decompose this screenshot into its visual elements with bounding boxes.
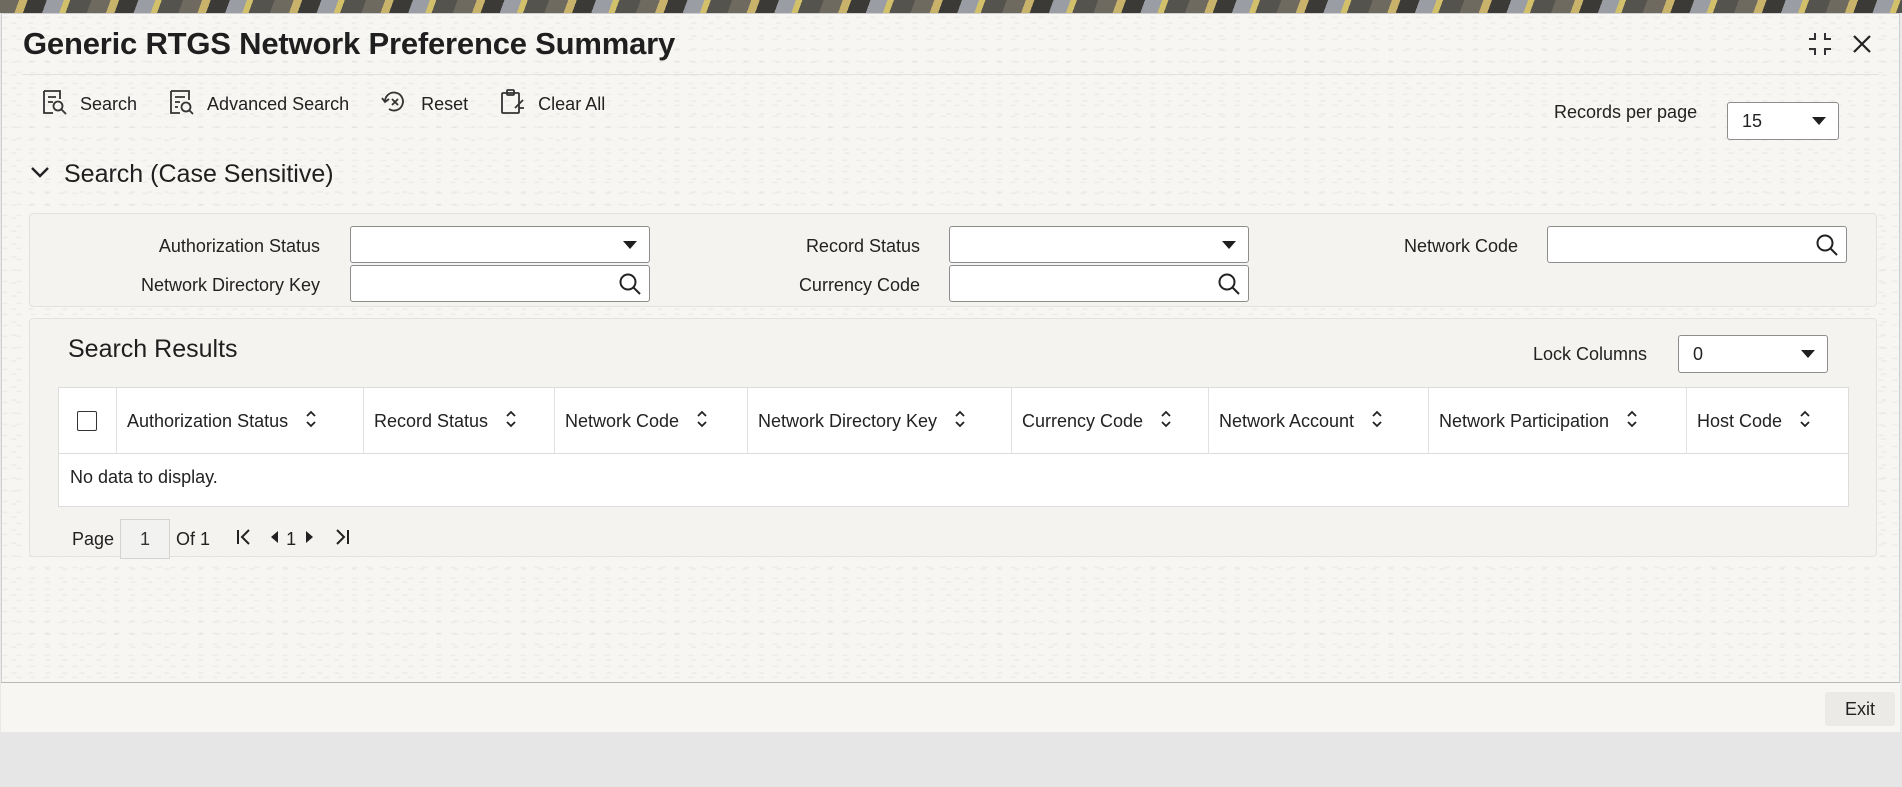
results-table: Authorization Status Record Status Netwo… [58,387,1849,507]
search-button-label: Search [80,93,138,114]
column-header-network-account[interactable]: Network Account [1209,388,1429,454]
records-per-page-select[interactable]: 15 [1727,102,1839,140]
advanced-search-icon [167,88,207,121]
clear-all-button-label: Clear All [538,93,606,114]
chevron-down-icon [623,240,637,249]
reset-button-label: Reset [421,93,469,114]
title-divider [22,74,1879,75]
column-header-host-code[interactable]: Host Code [1687,388,1848,454]
sort-icon[interactable] [695,409,709,434]
sort-icon[interactable] [1370,409,1384,434]
current-page-number: 1 [286,528,297,549]
sort-icon[interactable] [1798,409,1812,434]
first-page-icon [234,527,254,552]
network-directory-key-label: Network Directory Key [140,275,320,295]
magnifier-icon[interactable] [1814,232,1840,263]
previous-page-button[interactable] [268,527,282,552]
summary-window: Generic RTGS Network Preference Summary … [1,13,1900,683]
currency-code-label: Currency Code [798,275,920,295]
chevron-down-icon [1812,117,1826,125]
bottom-area [0,732,1902,787]
page-of-label: Of 1 [176,528,211,549]
column-label: Network Participation [1439,410,1610,431]
advanced-search-button[interactable]: Advanced Search [167,88,349,121]
search-section-toggle[interactable]: Search (Case Sensitive) [30,160,334,189]
sort-icon[interactable] [504,409,518,434]
advanced-search-button-label: Advanced Search [207,93,350,114]
record-status-select[interactable] [949,226,1249,263]
column-label: Network Account [1219,410,1355,431]
chevron-down-icon [30,165,50,184]
footer-bar: Exit [1,683,1900,732]
clear-all-button[interactable]: Clear All [498,88,605,121]
lock-columns-label: Lock Columns [1533,344,1648,364]
reset-button[interactable]: Reset [379,88,468,121]
records-per-page-label: Records per page [1554,102,1698,122]
magnifier-icon[interactable] [617,271,643,302]
network-code-label: Network Code [1403,236,1518,256]
search-results-panel: Search Results Lock Columns 0 Authorizat… [29,318,1877,559]
clear-all-icon [498,88,538,121]
chevron-down-icon [1222,240,1236,249]
page-title: Generic RTGS Network Preference Summary [23,26,676,61]
search-section-title: Search (Case Sensitive) [64,160,334,188]
search-icon [40,88,80,121]
column-header-record-status[interactable]: Record Status [364,388,555,454]
sort-icon[interactable] [304,409,318,434]
previous-page-icon [268,527,282,552]
sort-icon[interactable] [1625,409,1639,434]
column-label: Network Directory Key [758,410,938,431]
table-header: Authorization Status Record Status Netwo… [59,388,1848,454]
expand-button[interactable] [1804,30,1836,62]
column-header-network-code[interactable]: Network Code [555,388,748,454]
column-header-authorization-status[interactable]: Authorization Status [117,388,364,454]
page-number-input[interactable]: 1 [120,519,171,559]
reset-icon [379,88,421,121]
column-header-network-participation[interactable]: Network Participation [1429,388,1687,454]
authorization-status-label: Authorization Status [158,236,320,256]
chevron-down-icon [1801,350,1815,358]
column-label: Currency Code [1022,410,1144,431]
column-label: Record Status [374,410,489,431]
close-icon [1850,32,1874,61]
column-label: Network Code [565,410,680,431]
select-all-column [59,388,117,454]
search-results-title: Search Results [68,335,238,363]
currency-code-input[interactable] [949,265,1249,302]
network-directory-key-input[interactable] [350,265,650,302]
sort-icon[interactable] [1159,409,1173,434]
records-per-page-value: 15 [1742,110,1763,131]
pagination: Page 1 Of 1 1 [72,519,352,559]
first-page-button[interactable] [234,527,254,552]
last-page-button[interactable] [332,527,352,552]
next-page-icon [302,527,316,552]
top-banner [0,0,1902,13]
lock-columns-select[interactable]: 0 [1678,335,1828,373]
empty-table-message: No data to display. [70,467,218,487]
expand-icon [1805,29,1835,64]
select-all-checkbox[interactable] [77,411,97,431]
page-label: Page [72,528,115,549]
search-criteria-panel: Authorization Status Record Status Netwo… [29,213,1877,307]
record-status-label: Record Status [805,236,920,256]
close-button[interactable] [1846,30,1878,62]
last-page-icon [332,527,352,552]
column-label: Authorization Status [127,410,289,431]
toolbar: Search Advanced Search Reset Clear All [40,86,635,122]
column-header-network-directory-key[interactable]: Network Directory Key [748,388,1012,454]
next-page-button[interactable] [302,527,316,552]
search-button[interactable]: Search [40,88,137,121]
column-label: Host Code [1697,410,1783,431]
authorization-status-select[interactable] [350,226,650,263]
magnifier-icon[interactable] [1216,271,1242,302]
sort-icon[interactable] [953,409,967,434]
network-code-input[interactable] [1547,226,1847,263]
column-header-currency-code[interactable]: Currency Code [1012,388,1209,454]
exit-button[interactable]: Exit [1825,692,1895,726]
lock-columns-value: 0 [1693,343,1704,364]
